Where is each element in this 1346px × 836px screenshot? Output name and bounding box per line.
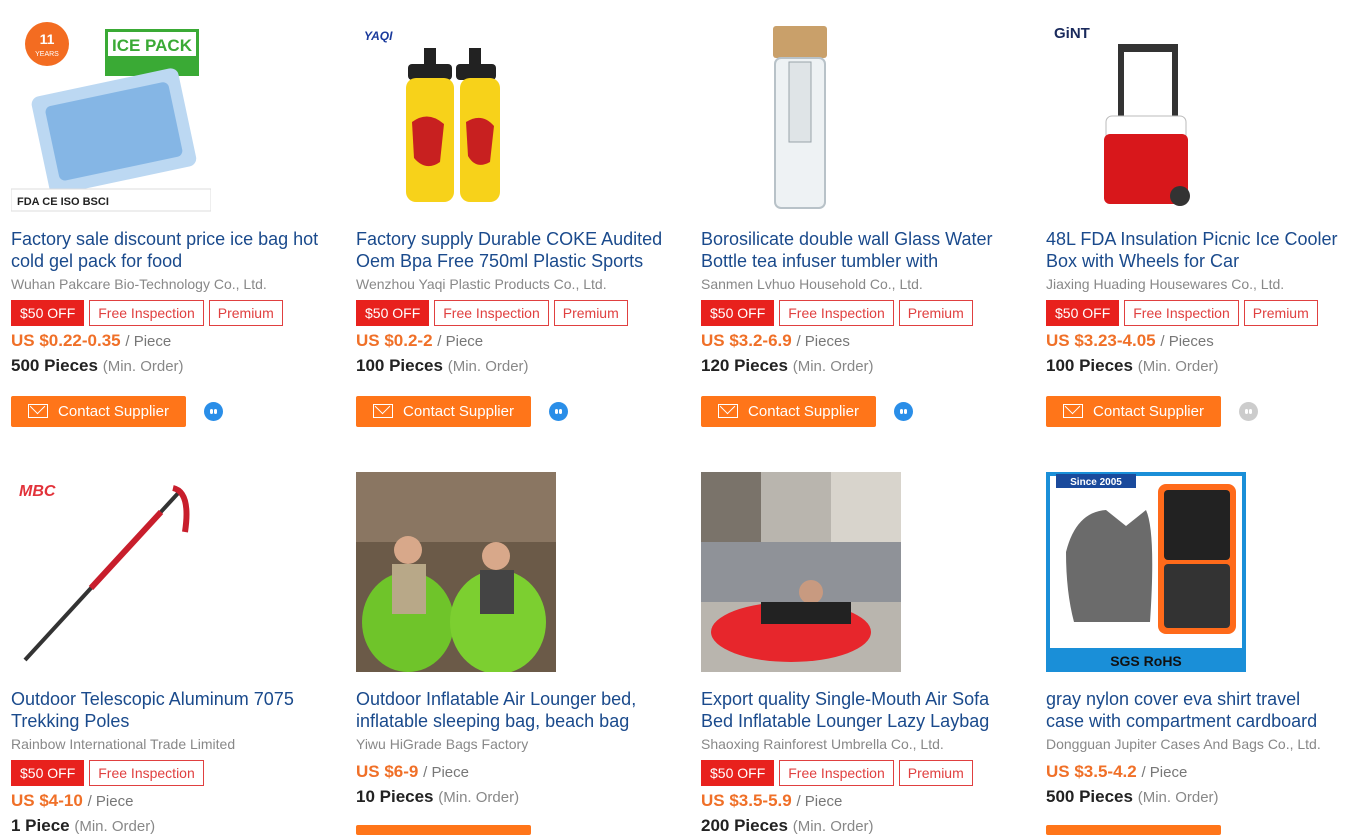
product-image[interactable] xyxy=(356,472,556,672)
mail-icon xyxy=(28,404,49,418)
premium-tag: Premium xyxy=(898,300,973,326)
discount-tag: $50 OFF xyxy=(11,300,85,326)
product-title[interactable]: gray nylon cover eva shirt travel case w… xyxy=(1046,688,1341,732)
mail-icon xyxy=(373,404,394,418)
product-title[interactable]: Factory supply Durable COKE Audited Oem … xyxy=(356,228,681,272)
inspection-tag: Free Inspection xyxy=(89,300,204,326)
price: US $3.23-4.05 / Pieces xyxy=(1046,331,1214,350)
min-order: 500 Pieces (Min. Order) xyxy=(1046,787,1219,806)
product-title[interactable]: Factory sale discount price ice bag hot … xyxy=(11,228,336,272)
svg-text:ICE PACK: ICE PACK xyxy=(112,36,193,55)
price: US $6-9 / Piece xyxy=(356,762,469,781)
product-image[interactable]: GiNT xyxy=(1046,12,1246,212)
premium-tag: Premium xyxy=(208,300,283,326)
svg-text:FDA CE ISO BSCI: FDA CE ISO BSCI xyxy=(17,196,109,208)
svg-text:11: 11 xyxy=(40,31,55,47)
price: US $0.2-2 / Piece xyxy=(356,331,484,350)
product-image[interactable]: YAQI xyxy=(356,12,556,212)
supplier-name[interactable]: Dongguan Jupiter Cases And Bags Co., Ltd… xyxy=(1046,736,1346,752)
min-order: 1 Piece (Min. Order) xyxy=(11,816,156,835)
product-card: MBC Outdoor Telescopic Aluminum 7075 Tre… xyxy=(11,472,341,836)
price: US $4-10 / Piece xyxy=(11,791,134,810)
price: US $3.2-6.9 / Pieces xyxy=(701,331,850,350)
svg-text:YEARS: YEARS xyxy=(35,51,59,58)
supplier-name[interactable]: Yiwu HiGrade Bags Factory xyxy=(356,736,686,752)
premium-tag: Premium xyxy=(898,760,973,786)
supplier-name[interactable]: Shaoxing Rainforest Umbrella Co., Ltd. xyxy=(701,736,1031,752)
chat-icon[interactable] xyxy=(549,401,568,421)
tag-list: $50 OFF Free Inspection xyxy=(11,760,341,786)
contact-supplier-button[interactable]: Contact Supplier xyxy=(11,395,186,427)
tag-list: $50 OFF Free Inspection Premium xyxy=(11,300,341,326)
svg-text:YAQI: YAQI xyxy=(364,29,393,43)
svg-text:GiNT: GiNT xyxy=(1054,25,1090,42)
discount-tag: $50 OFF xyxy=(701,300,775,326)
inspection-tag: Free Inspection xyxy=(434,300,549,326)
mail-icon xyxy=(1063,404,1084,418)
chat-icon[interactable] xyxy=(204,401,223,421)
tag-list: $50 OFF Free Inspection Premium xyxy=(1046,300,1346,326)
discount-tag: $50 OFF xyxy=(1046,300,1120,326)
min-order: 100 Pieces (Min. Order) xyxy=(1046,356,1219,375)
price: US $0.22-0.35 / Piece xyxy=(11,331,172,350)
product-title[interactable]: Export quality Single-Mouth Air Sofa Bed… xyxy=(701,688,1026,732)
product-image[interactable] xyxy=(701,472,901,672)
product-image[interactable] xyxy=(701,12,901,212)
premium-tag: Premium xyxy=(553,300,628,326)
min-order: 100 Pieces (Min. Order) xyxy=(356,356,529,375)
product-card: 11 YEARS ICE PACK FDA CE ISO BSCI Factor… xyxy=(11,12,341,427)
supplier-name[interactable]: Rainbow International Trade Limited xyxy=(11,736,341,752)
supplier-name[interactable]: Wuhan Pakcare Bio-Technology Co., Ltd. xyxy=(11,276,341,292)
inspection-tag: Free Inspection xyxy=(779,300,894,326)
contact-supplier-button[interactable] xyxy=(356,825,531,835)
product-title[interactable]: 48L FDA Insulation Picnic Ice Cooler Box… xyxy=(1046,228,1341,272)
supplier-name[interactable]: Sanmen Lvhuo Household Co., Ltd. xyxy=(701,276,1031,292)
product-image[interactable]: 11 YEARS ICE PACK FDA CE ISO BSCI xyxy=(11,12,211,212)
supplier-name[interactable]: Jiaxing Huading Housewares Co., Ltd. xyxy=(1046,276,1346,292)
discount-tag: $50 OFF xyxy=(356,300,430,326)
contact-supplier-button[interactable] xyxy=(1046,825,1221,835)
contact-supplier-button[interactable]: Contact Supplier xyxy=(1046,395,1221,427)
tag-list: $50 OFF Free Inspection Premium xyxy=(701,760,1031,786)
tag-list: $50 OFF Free Inspection Premium xyxy=(701,300,1031,326)
svg-text:Since 2005: Since 2005 xyxy=(1070,477,1122,488)
product-card: Outdoor Inflatable Air Lounger bed, infl… xyxy=(356,472,686,807)
chat-icon[interactable] xyxy=(1239,401,1258,421)
inspection-tag: Free Inspection xyxy=(779,760,894,786)
product-title[interactable]: Outdoor Telescopic Aluminum 7075 Trekkin… xyxy=(11,688,336,732)
mail-icon xyxy=(718,404,739,418)
product-image[interactable]: MBC xyxy=(11,472,211,672)
product-card: Export quality Single-Mouth Air Sofa Bed… xyxy=(701,472,1031,836)
svg-text:MBC: MBC xyxy=(19,483,56,500)
product-title[interactable]: Outdoor Inflatable Air Lounger bed, infl… xyxy=(356,688,681,732)
svg-text:SGS RoHS: SGS RoHS xyxy=(1110,653,1182,669)
inspection-tag: Free Inspection xyxy=(1124,300,1239,326)
product-card: Borosilicate double wall Glass Water Bot… xyxy=(701,12,1031,427)
min-order: 200 Pieces (Min. Order) xyxy=(701,816,874,835)
inspection-tag: Free Inspection xyxy=(89,760,204,786)
chat-icon[interactable] xyxy=(894,401,913,421)
product-card: YAQI Factory supply Durable COKE Audited… xyxy=(356,12,686,427)
contact-supplier-button[interactable]: Contact Supplier xyxy=(701,395,876,427)
price: US $3.5-5.9 / Piece xyxy=(701,791,843,810)
discount-tag: $50 OFF xyxy=(11,760,85,786)
supplier-name[interactable]: Wenzhou Yaqi Plastic Products Co., Ltd. xyxy=(356,276,686,292)
contact-supplier-button[interactable]: Contact Supplier xyxy=(356,395,531,427)
price: US $3.5-4.2 / Piece xyxy=(1046,762,1188,781)
min-order: 500 Pieces (Min. Order) xyxy=(11,356,184,375)
min-order: 120 Pieces (Min. Order) xyxy=(701,356,874,375)
product-image[interactable]: Since 2005 SGS RoHS xyxy=(1046,472,1246,672)
premium-tag: Premium xyxy=(1243,300,1318,326)
discount-tag: $50 OFF xyxy=(701,760,775,786)
tag-list: $50 OFF Free Inspection Premium xyxy=(356,300,686,326)
product-card: GiNT 48L FDA Insulation Picnic Ice Coole… xyxy=(1046,12,1346,427)
product-card: Since 2005 SGS RoHS gray nylon cover eva… xyxy=(1046,472,1346,807)
min-order: 10 Pieces (Min. Order) xyxy=(356,787,520,806)
product-title[interactable]: Borosilicate double wall Glass Water Bot… xyxy=(701,228,1026,272)
